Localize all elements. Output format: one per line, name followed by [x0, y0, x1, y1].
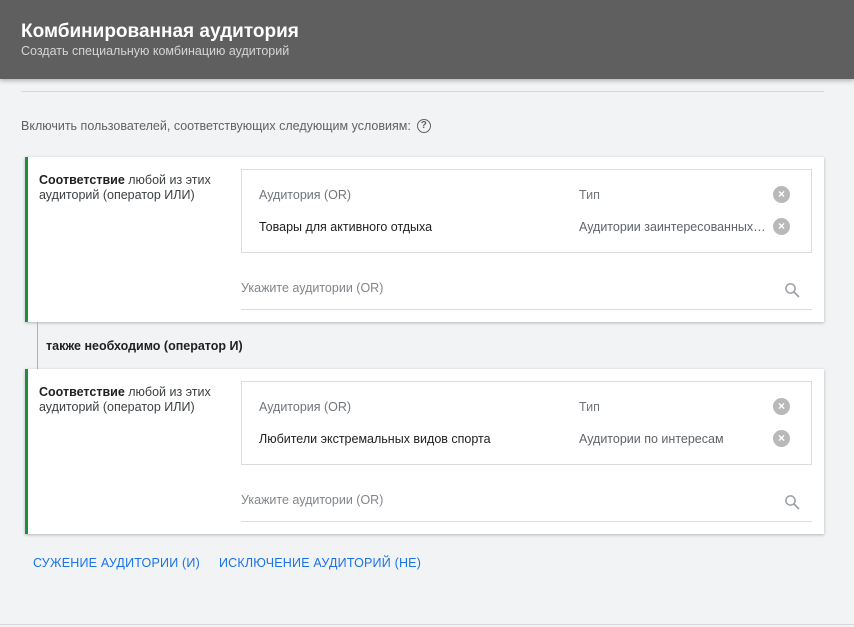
match-description: Соответствие любой из этих аудиторий (оп…: [39, 385, 234, 415]
search-icon[interactable]: [784, 494, 800, 510]
narrow-audience-button[interactable]: СУЖЕНИЕ АУДИТОРИИ (И): [33, 556, 200, 570]
remove-audience-icon[interactable]: ×: [773, 430, 790, 447]
audience-group-1: Соответствие любой из этих аудиторий (оп…: [25, 157, 824, 322]
exclude-audience-button[interactable]: ИСКЛЮЧЕНИЕ АУДИТОРИЙ (НЕ): [219, 556, 421, 570]
column-header-audience: Аудитория (OR): [259, 188, 352, 202]
audience-table: Аудитория (OR) Тип × Товары для активног…: [241, 169, 812, 253]
audience-search-field[interactable]: [241, 273, 812, 310]
audience-search-input[interactable]: [241, 493, 761, 507]
column-header-audience: Аудитория (OR): [259, 400, 352, 414]
top-divider: [21, 91, 824, 92]
include-conditions-text: Включить пользователей, соответствующих …: [21, 119, 411, 133]
remove-all-icon[interactable]: ×: [773, 398, 790, 415]
dialog-header: Комбинированная аудитория Создать специа…: [0, 0, 854, 79]
include-conditions-label: Включить пользователей, соответствующих …: [21, 119, 431, 133]
audience-search-field[interactable]: [241, 485, 812, 522]
column-header-type: Тип: [579, 188, 600, 202]
audience-type: Аудитории заинтересованных покупателей: [579, 220, 769, 234]
audience-search-input[interactable]: [241, 281, 761, 295]
audience-name: Товары для активного отдыха: [259, 220, 433, 234]
match-description: Соответствие любой из этих аудиторий (оп…: [39, 173, 234, 203]
help-icon[interactable]: ?: [416, 119, 431, 133]
audience-group-2: Соответствие любой из этих аудиторий (оп…: [25, 369, 824, 534]
search-icon[interactable]: [784, 282, 800, 298]
bottom-divider: [0, 624, 854, 625]
remove-all-icon[interactable]: ×: [773, 186, 790, 203]
and-connector-line: [37, 322, 38, 369]
dialog-subtitle: Создать специальную комбинацию аудиторий: [21, 44, 290, 58]
audience-name: Любители экстремальных видов спорта: [259, 432, 491, 446]
match-strong: Соответствие: [39, 173, 125, 187]
audience-type: Аудитории по интересам: [579, 432, 724, 446]
remove-audience-icon[interactable]: ×: [773, 218, 790, 235]
column-header-type: Тип: [579, 400, 600, 414]
and-connector-label: также необходимо (оператор И): [46, 339, 243, 353]
audience-table: Аудитория (OR) Тип × Любители экстремаль…: [241, 381, 812, 465]
dialog-title: Комбинированная аудитория: [21, 21, 299, 42]
match-strong: Соответствие: [39, 385, 125, 399]
